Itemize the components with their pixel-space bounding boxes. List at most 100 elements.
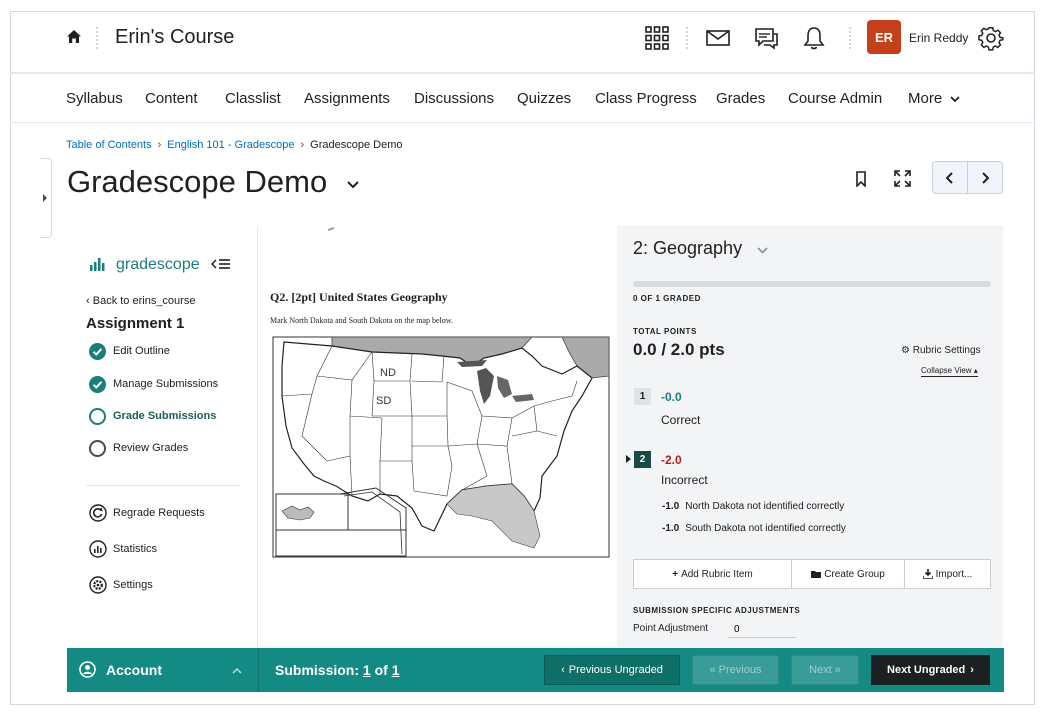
rubric-subitem-1[interactable]: -1.0 North Dakota not identified correctl… [662, 501, 844, 512]
rubric-subitem-2[interactable]: -1.0 South Dakota not identified correctl… [662, 523, 846, 534]
back-to-course-link[interactable]: ‹ Back to erins_course [86, 295, 195, 307]
rubric-actions: + Add Rubric Item Create Group Import... [633, 559, 991, 589]
rubric-settings-button[interactable]: ⚙ Rubric Settings [901, 345, 981, 356]
side-panel-toggle[interactable] [40, 158, 52, 238]
import-label: Import... [935, 568, 973, 580]
tool-label: Regrade Requests [113, 507, 205, 519]
create-group-button[interactable]: Create Group [792, 560, 905, 588]
gradescope-logo[interactable]: gradescope [116, 256, 200, 274]
back-chevron-icon: ‹ [86, 295, 93, 307]
add-rubric-item-button[interactable]: + Add Rubric Item [634, 560, 792, 588]
caret-up-icon: ▴ [973, 366, 978, 375]
next-button[interactable]: Next» [791, 655, 859, 685]
nav-content[interactable]: Content [145, 90, 198, 107]
create-group-label: Create Group [824, 568, 885, 580]
submission-total[interactable]: 1 [392, 662, 400, 678]
breadcrumb-separator: › [157, 139, 162, 151]
nav-more-label: More [908, 90, 943, 107]
plus-icon: + [672, 568, 679, 580]
caret-right-icon[interactable] [626, 455, 631, 463]
tool-settings[interactable]: Settings [89, 576, 249, 594]
point-adjustment-label: Point Adjustment [633, 623, 709, 634]
rubric-item-1-key[interactable]: 1 [634, 388, 651, 405]
collapse-view-label: Collapse View [921, 366, 972, 375]
chevron-down-icon[interactable] [346, 180, 360, 190]
course-title[interactable]: Erin's Course [115, 26, 234, 49]
nav-quizzes[interactable]: Quizzes [517, 90, 571, 107]
rubric-item-2-key[interactable]: 2 [634, 451, 651, 468]
settings-icon [89, 576, 107, 594]
import-button[interactable]: Import... [905, 560, 990, 588]
question-title: Q2. [2pt] United States Geography [270, 290, 448, 304]
step-label: Manage Submissions [113, 378, 219, 390]
avatar[interactable]: ER [867, 20, 901, 54]
next-ungraded-button[interactable]: Next Ungraded › [871, 655, 990, 685]
rubric-item-2-points[interactable]: -2.0 [661, 453, 682, 467]
breadcrumb: Table of Contents › English 101 - Gradesco… [66, 139, 402, 151]
nav-syllabus[interactable]: Syllabus [66, 90, 123, 107]
nav-assignments[interactable]: Assignments [304, 90, 390, 107]
step-edit-outline[interactable]: Edit Outline [89, 343, 249, 361]
add-rubric-item-label: Add Rubric Item [681, 568, 753, 580]
tool-label: Statistics [113, 543, 158, 555]
nav-class-progress[interactable]: Class Progress [595, 90, 697, 107]
nav-more[interactable]: More [908, 90, 960, 107]
nav-discussions[interactable]: Discussions [414, 90, 494, 107]
previous-label: Previous [718, 664, 762, 676]
nav-grades[interactable]: Grades [716, 90, 765, 107]
next-topic-button[interactable] [968, 162, 1002, 193]
user-icon[interactable] [79, 661, 96, 678]
step-review-grades[interactable]: Review Grades [89, 440, 249, 458]
previous-ungraded-button[interactable]: ‹ Previous Ungraded [544, 655, 680, 685]
previous-topic-button[interactable] [933, 162, 968, 193]
waffle-icon[interactable] [644, 25, 670, 51]
chevron-right-icon: › [970, 664, 974, 676]
us-map-image: ND SD [272, 336, 610, 558]
step-manage-submissions[interactable]: Manage Submissions [89, 376, 249, 394]
chevron-up-icon[interactable] [232, 667, 242, 674]
collapse-view-button[interactable]: Collapse View ▴ [921, 366, 978, 377]
gear-icon[interactable] [978, 25, 1004, 51]
map-label-sd: SD [376, 395, 391, 407]
mail-icon[interactable] [705, 25, 731, 51]
map-label-nd: ND [380, 367, 396, 379]
step-grade-submissions[interactable]: Grade Submissions [89, 408, 249, 426]
subitem-description: North Dakota not identified correctly [685, 501, 845, 512]
previous-button[interactable]: «Previous [692, 655, 779, 685]
download-icon [922, 569, 933, 579]
bell-icon[interactable] [801, 25, 827, 51]
sidebar-divider [86, 485, 240, 486]
check-circle-icon [89, 376, 106, 393]
collapse-menu-icon[interactable] [211, 258, 231, 270]
graded-status: 0 OF 1 GRADED [633, 294, 701, 303]
assignment-title: Assignment 1 [86, 315, 185, 332]
tool-statistics[interactable]: Statistics [89, 540, 249, 558]
subitem-points: -1.0 [662, 501, 680, 512]
breadcrumb-table-of-contents[interactable]: Table of Contents [66, 139, 152, 151]
chevron-down-icon[interactable] [757, 247, 768, 254]
subitem-description: South Dakota not identified correctly [685, 523, 846, 534]
grading-footer [67, 648, 1004, 692]
nav-classlist[interactable]: Classlist [225, 90, 281, 107]
point-adjustment-input[interactable] [728, 621, 796, 638]
tool-regrade-requests[interactable]: Regrade Requests [89, 504, 249, 522]
account-menu[interactable]: Account [106, 662, 162, 678]
rubric-item-1-description[interactable]: Correct [661, 413, 700, 427]
fullscreen-icon[interactable] [894, 170, 911, 187]
header-separator [849, 27, 851, 49]
chat-icon[interactable] [753, 25, 779, 51]
submission-prefix: Submission: [275, 662, 360, 678]
bookmark-icon[interactable] [855, 171, 867, 187]
home-icon[interactable] [65, 28, 83, 46]
rubric-item-2-description[interactable]: Incorrect [661, 473, 708, 487]
question-heading[interactable]: 2: Geography [633, 238, 742, 259]
nav-course-admin[interactable]: Course Admin [788, 90, 882, 107]
user-name[interactable]: Erin Reddy [909, 31, 968, 45]
folder-icon [811, 571, 822, 578]
total-points-value: 0.0 / 2.0 pts [633, 340, 725, 359]
rubric-item-1-points[interactable]: -0.0 [661, 390, 682, 404]
chevron-right-icon [982, 171, 989, 184]
check-circle-icon [89, 343, 106, 360]
breadcrumb-english-101[interactable]: English 101 - Gradescope [167, 139, 294, 151]
submission-current[interactable]: 1 [363, 662, 371, 678]
